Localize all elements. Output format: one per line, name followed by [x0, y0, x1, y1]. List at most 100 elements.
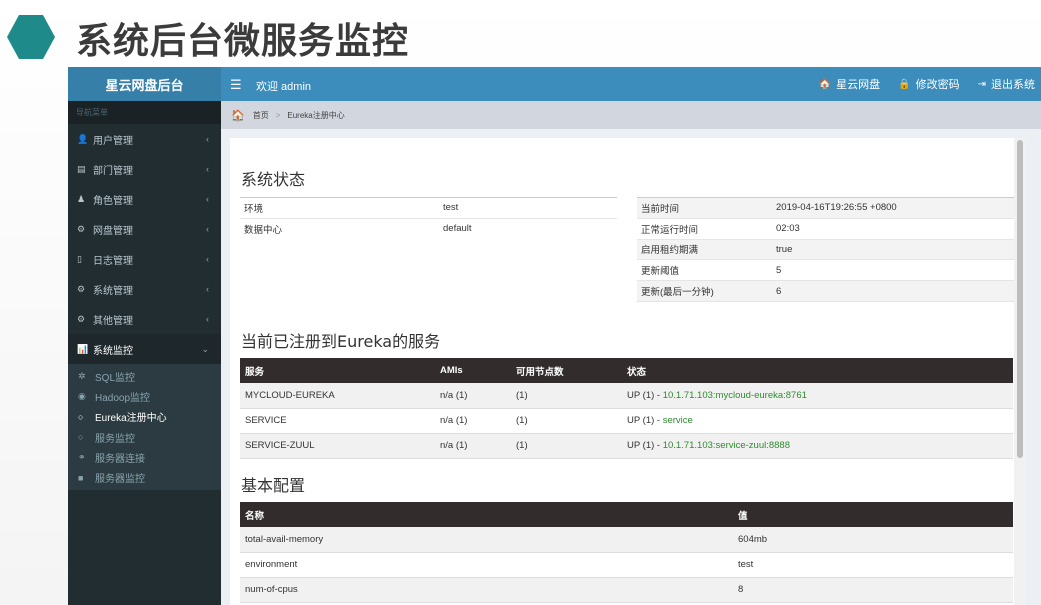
sidebar-item-logs[interactable]: ▯ 日志管理 ‹ — [68, 244, 221, 274]
sidebar-item-users[interactable]: 👤 用户管理 ‹ — [68, 124, 221, 154]
table-row: 数据中心 default — [240, 218, 617, 239]
circle-icon: ○ — [78, 432, 84, 443]
brand-logo[interactable]: 星云网盘后台 — [68, 67, 221, 101]
sidebar-subitem-label: Hadoop监控 — [95, 392, 151, 404]
service-status: UP (1) - 10.1.71.103:mycloud-eureka:8761 — [622, 383, 1013, 409]
services-table: 服务 AMIs 可用节点数 状态 MYCLOUD-EUREKA n/a (1) … — [240, 358, 1013, 459]
sidebar-subitem-label: SQL监控 — [95, 372, 136, 384]
sidebar-subitem-label: 服务器连接 — [95, 453, 145, 465]
service-status: UP (1) - 10.1.71.103:service-zuul:8888 — [622, 433, 1013, 459]
column-header: 值 — [733, 502, 1013, 527]
table-row: 更新阈值 5 — [637, 259, 1014, 282]
top-nav: 🏠 星云网盘 🔒 修改密码 ⇥ 退出系统 — [819, 67, 1035, 101]
sidebar-item-other[interactable]: ⚙ 其他管理 ‹ — [68, 304, 221, 334]
file-icon: ▯ — [77, 253, 82, 264]
status-key: 数据中心 — [244, 224, 283, 236]
status-key: 启用租约期满 — [637, 239, 772, 261]
breadcrumb: 🏠 首页 > Eureka注册中心 — [221, 101, 1041, 129]
config-title: 基本配置 — [241, 476, 306, 495]
circle-icon: ○ — [78, 411, 84, 422]
sidebar-item-label: 系统管理 — [93, 285, 133, 297]
status-key: 更新阈值 — [637, 259, 772, 282]
table-row: 启用租约期满 true — [637, 239, 1014, 261]
video-icon: ■ — [78, 472, 84, 483]
service-amis: n/a (1) — [435, 408, 511, 434]
config-key: environment — [240, 552, 733, 578]
sidebar-header: 导航菜单 — [68, 101, 221, 124]
nav-change-password-link[interactable]: 🔒 修改密码 — [898, 76, 959, 92]
main-content: 系统状态 环境 test 数据中心 default 当前时间 2019-04-1… — [230, 138, 1026, 605]
sidebar-item-label: 其他管理 — [93, 315, 133, 327]
table-row: MYCLOUD-EUREKA n/a (1) (1) UP (1) - 10.1… — [240, 383, 1013, 409]
user-role-icon: ♟ — [77, 193, 86, 204]
table-row: 更新(最后一分钟) 6 — [637, 280, 1014, 302]
instance-link[interactable]: 10.1.71.103:mycloud-eureka:8761 — [663, 390, 807, 401]
status-value: test — [439, 197, 617, 219]
status-key: 环境 — [240, 197, 439, 219]
chevron-left-icon: ‹ — [206, 254, 209, 264]
service-name: SERVICE — [240, 408, 435, 434]
breadcrumb-separator: > — [275, 110, 281, 120]
chevron-left-icon: ‹ — [206, 194, 209, 204]
link-icon: ⚭ — [78, 451, 86, 462]
sidebar-item-departments[interactable]: ▤ 部门管理 ‹ — [68, 154, 221, 184]
table-row: num-of-cpus 8 — [240, 577, 1013, 603]
sidebar-item-roles[interactable]: ♟ 角色管理 ‹ — [68, 184, 221, 214]
home-icon[interactable]: 🏠 — [231, 109, 245, 122]
sidebar-subitem-eureka[interactable]: ○ Eureka注册中心 — [68, 407, 221, 427]
nav-label: 修改密码 — [915, 79, 960, 91]
nav-label: 退出系统 — [991, 79, 1035, 91]
status-value: 6 — [772, 280, 1014, 302]
sidebar-subitem-label: 服务监控 — [95, 433, 135, 445]
sidebar-item-label: 日志管理 — [93, 255, 133, 267]
sidebar-item-netdisk[interactable]: ⚙ 网盘管理 ‹ — [68, 214, 221, 244]
column-header: 名称 — [240, 502, 733, 527]
table-row: 当前时间 2019-04-16T19:26:55 +0800 — [637, 197, 1014, 219]
sidebar-item-monitoring[interactable]: 📊 系统监控 ⌄ — [68, 334, 221, 364]
service-zones: (1) — [511, 383, 622, 409]
status-key: 正常运行时间 — [637, 218, 772, 240]
status-table-right: 当前时间 2019-04-16T19:26:55 +0800 正常运行时间 02… — [637, 197, 1014, 302]
sidebar-subitem-sql[interactable]: ✲ SQL监控 — [68, 366, 221, 386]
sidebar-item-label: 部门管理 — [93, 165, 133, 177]
config-key: num-of-cpus — [240, 577, 733, 603]
sidebar-subitem-hadoop[interactable]: ◉ Hadoop监控 — [68, 386, 221, 406]
service-amis: n/a (1) — [435, 433, 511, 459]
config-key: total-avail-memory — [240, 527, 733, 553]
table-row: SERVICE n/a (1) (1) UP (1) - service — [240, 408, 1013, 434]
chevron-left-icon: ‹ — [206, 134, 209, 144]
service-status: UP (1) - service — [622, 408, 1013, 434]
services-title: 当前已注册到Eureka的服务 — [241, 332, 441, 351]
scrollbar-thumb[interactable] — [1017, 140, 1023, 458]
breadcrumb-home[interactable]: 首页 — [253, 110, 269, 121]
sidebar-subitem-label: 服务器监控 — [95, 474, 145, 486]
table-row: total-avail-memory 604mb — [240, 527, 1013, 553]
title-hexagon-icon — [7, 15, 55, 59]
sidebar: 导航菜单 👤 用户管理 ‹ ▤ 部门管理 ‹ ♟ 角色管理 ‹ ⚙ 网盘管理 ‹… — [68, 101, 221, 605]
sidebar-item-label: 用户管理 — [93, 135, 133, 147]
nav-logout-link[interactable]: ⇥ 退出系统 — [978, 76, 1035, 92]
status-table-left: 环境 test 数据中心 default — [240, 197, 617, 239]
table-row: SERVICE-ZUUL n/a (1) (1) UP (1) - 10.1.7… — [240, 433, 1013, 459]
table-header-row: 名称 值 — [240, 502, 1013, 527]
column-header: 状态 — [622, 358, 1013, 383]
instance-link[interactable]: service — [663, 415, 693, 426]
chevron-left-icon: ‹ — [206, 314, 209, 324]
table-row: 正常运行时间 02:03 — [637, 218, 1014, 240]
sidebar-subitem-service-monitor[interactable]: ○ 服务监控 — [68, 427, 221, 447]
chevron-down-icon: ⌄ — [201, 343, 209, 354]
nav-home-link[interactable]: 🏠 星云网盘 — [819, 76, 880, 92]
gear-icon: ⚙ — [77, 223, 86, 234]
vertical-scrollbar[interactable] — [1014, 138, 1026, 605]
gear-icon: ⚙ — [77, 313, 86, 324]
menu-toggle-icon[interactable]: ☰ — [230, 77, 242, 93]
sidebar-item-system[interactable]: ⚙ 系统管理 ‹ — [68, 274, 221, 304]
chevron-left-icon: ‹ — [206, 284, 209, 294]
instance-link[interactable]: 10.1.71.103:service-zuul:8888 — [663, 440, 790, 451]
service-name: SERVICE-ZUUL — [240, 433, 435, 459]
system-status-title: 系统状态 — [241, 170, 306, 189]
sidebar-subitem-server-monitor[interactable]: ■ 服务器监控 — [68, 467, 221, 487]
sign-out-icon: ⇥ — [977, 78, 986, 90]
welcome-text: 欢迎 admin — [256, 81, 312, 93]
sidebar-subitem-server-connection[interactable]: ⚭ 服务器连接 — [68, 447, 221, 467]
